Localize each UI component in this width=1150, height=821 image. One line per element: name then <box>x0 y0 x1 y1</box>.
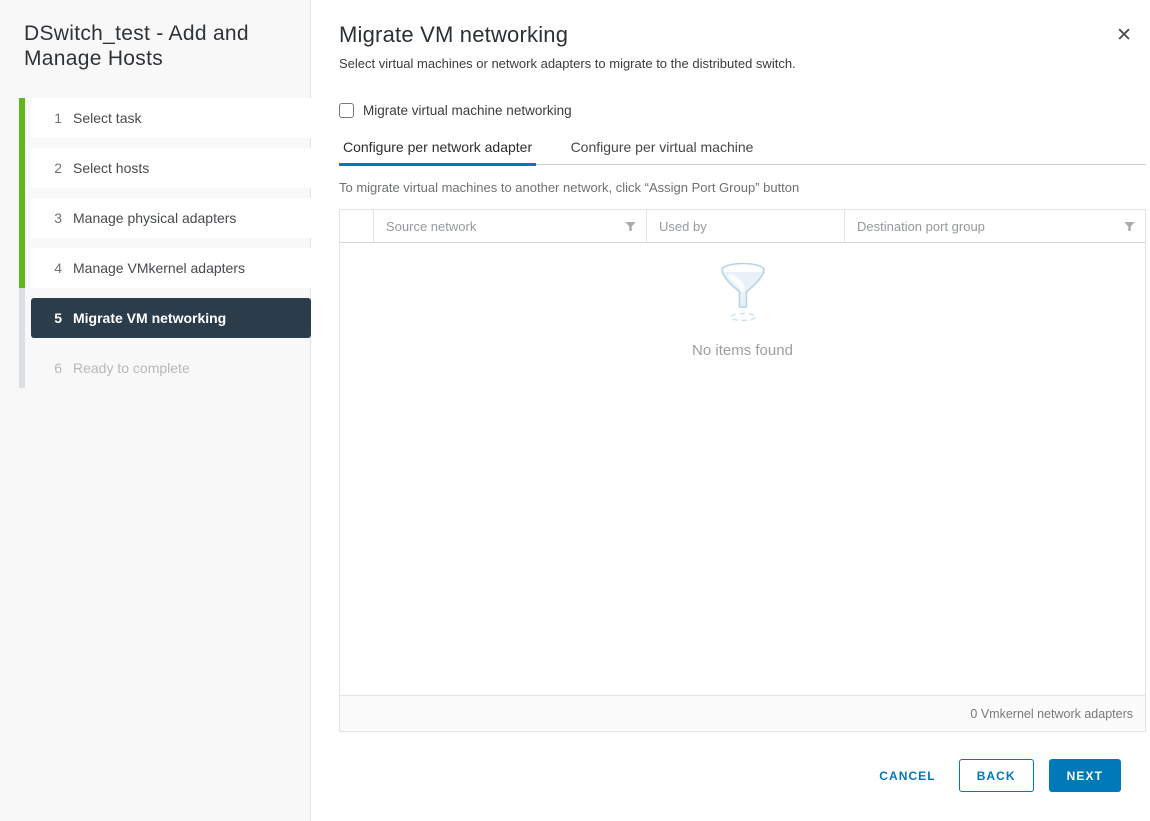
migrate-vm-networking-checkbox[interactable] <box>339 103 354 118</box>
table-footer: 0 Vmkernel network adapters <box>340 695 1145 731</box>
wizard-sidebar: DSwitch_test - Add and Manage Hosts 1 Se… <box>0 0 311 821</box>
sidebar-item-select-task[interactable]: 1 Select task <box>31 98 311 138</box>
table-body: No items found <box>340 243 1145 695</box>
step-number: 3 <box>48 210 62 226</box>
add-and-manage-hosts-wizard: DSwitch_test - Add and Manage Hosts 1 Se… <box>0 0 1150 821</box>
table-header-empty <box>340 210 373 242</box>
wizard-steps: 1 Select task 2 Select hosts 3 Manage ph… <box>19 98 311 398</box>
sidebar-item-manage-vmkernel-adapters[interactable]: 4 Manage VMkernel adapters <box>31 248 311 288</box>
wizard-title: DSwitch_test - Add and Manage Hosts <box>24 22 296 72</box>
filter-icon[interactable] <box>1124 221 1135 232</box>
empty-state-funnel-icon <box>714 261 772 323</box>
checkbox-label[interactable]: Migrate virtual machine networking <box>363 103 572 118</box>
sidebar-item-ready-to-complete: 6 Ready to complete <box>31 348 311 388</box>
sidebar-item-migrate-vm-networking[interactable]: 5 Migrate VM networking <box>31 298 311 338</box>
wizard-action-bar: CANCEL BACK NEXT <box>339 759 1146 792</box>
step-label: Migrate VM networking <box>73 310 226 326</box>
table-header-source-network: Source network <box>373 210 646 242</box>
step-number: 5 <box>48 310 62 326</box>
back-button[interactable]: BACK <box>959 759 1034 792</box>
tab-configure-per-network-adapter[interactable]: Configure per network adapter <box>339 139 536 164</box>
tab-configure-per-virtual-machine[interactable]: Configure per virtual machine <box>567 139 758 164</box>
cancel-button[interactable]: CANCEL <box>871 759 943 792</box>
sidebar-item-manage-physical-adapters[interactable]: 3 Manage physical adapters <box>31 198 311 238</box>
empty-state-text: No items found <box>692 342 793 359</box>
table-header-used-by: Used by <box>646 210 844 242</box>
sidebar-item-select-hosts[interactable]: 2 Select hosts <box>31 148 311 188</box>
page-subtitle: Select virtual machines or network adapt… <box>339 56 1146 71</box>
next-button[interactable]: NEXT <box>1049 759 1121 792</box>
column-label: Source network <box>386 219 476 234</box>
steps-progress-bar-remaining <box>19 288 25 388</box>
page-title: Migrate VM networking <box>339 22 1146 48</box>
migrate-vm-networking-checkbox-row: Migrate virtual machine networking <box>339 103 1146 118</box>
table-footer-count: 0 Vmkernel network adapters <box>970 707 1133 721</box>
close-icon[interactable]: ✕ <box>1116 26 1132 45</box>
wizard-main-panel: ✕ Migrate VM networking Select virtual m… <box>311 0 1150 821</box>
step-label: Manage VMkernel adapters <box>73 260 245 276</box>
steps-progress-bar-done <box>19 98 25 288</box>
column-label: Destination port group <box>857 219 985 234</box>
table-header-destination-port-group: Destination port group <box>844 210 1145 242</box>
step-label: Manage physical adapters <box>73 210 236 226</box>
column-label: Used by <box>659 219 707 234</box>
step-number: 6 <box>48 360 62 376</box>
step-label: Select task <box>73 110 141 126</box>
tab-bar: Configure per network adapter Configure … <box>339 139 1146 165</box>
network-adapters-table: Source network Used by Destination port … <box>339 209 1146 732</box>
migration-hint-text: To migrate virtual machines to another n… <box>339 180 1146 195</box>
filter-icon[interactable] <box>625 221 636 232</box>
step-number: 4 <box>48 260 62 276</box>
table-header-row: Source network Used by Destination port … <box>340 210 1145 243</box>
step-label: Ready to complete <box>73 360 190 376</box>
step-number: 1 <box>48 110 62 126</box>
step-label: Select hosts <box>73 160 149 176</box>
step-number: 2 <box>48 160 62 176</box>
